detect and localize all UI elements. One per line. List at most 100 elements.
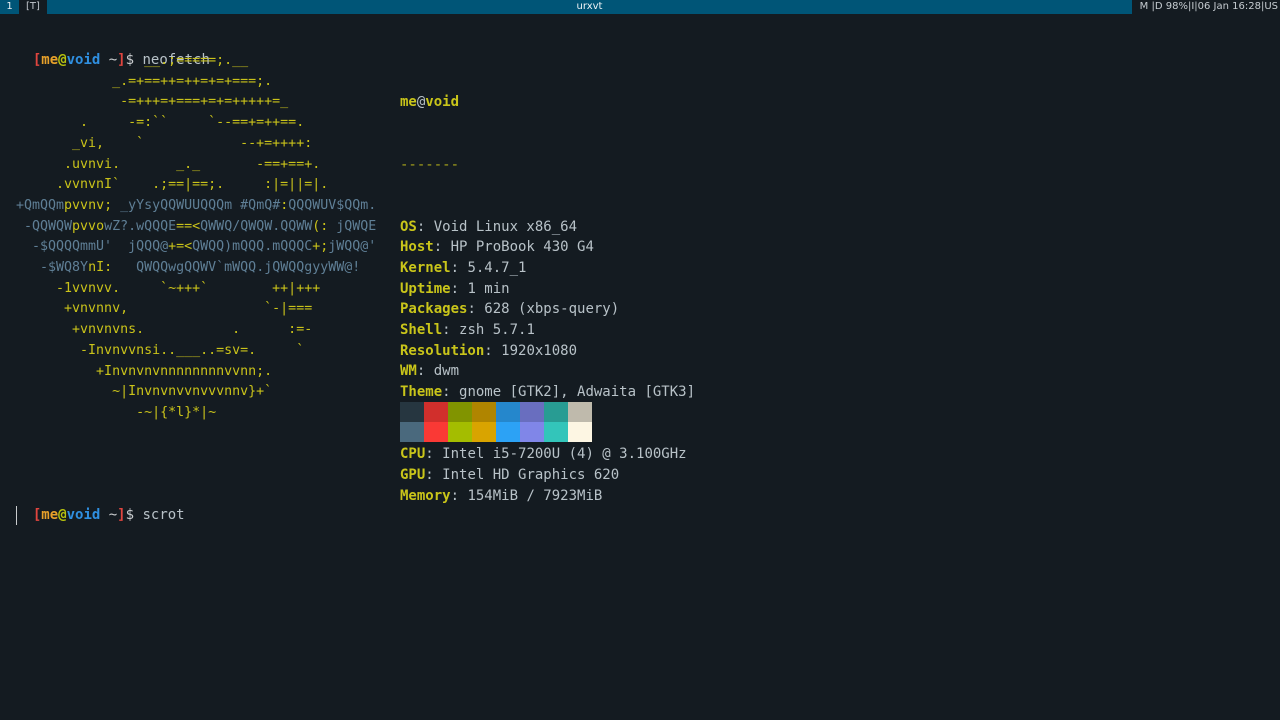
ascii-line: .uvnvi. _._ -==+==+. (16, 157, 320, 172)
prompt-sign: $ (125, 507, 143, 523)
ascii-line: +QmQQmpvvnv; _yYsyQQWUUQQQm #QmQ#:QQQWUV… (16, 198, 376, 213)
ascii-line: -=+++=+===+=+=+++++=_ (16, 94, 288, 109)
ascii-segment: _.=+==++=++=+=+===;. (16, 73, 273, 89)
ascii-line: .vvnvnI` .;==|==;. :|=||=|. (16, 177, 328, 192)
window-title: urxvt (47, 0, 1132, 14)
info-colon: : (467, 301, 485, 318)
info-value: 154MiB / 7923MiB (467, 487, 603, 504)
ascii-segment: -Invnvvnsi..___..=sv=. ` (16, 342, 305, 358)
ascii-segment: -1vvnvv. `~+++` ++|+++ (16, 280, 321, 296)
prompt-line: [me@void ~]$ scrot (16, 485, 185, 523)
layout-indicator[interactable]: [T] (19, 0, 47, 14)
info-key: GPU (400, 466, 426, 483)
prompt-close-bracket: ] (117, 507, 126, 523)
ascii-segment: +vnvnnv, `-|=== (16, 301, 313, 317)
ascii-segment: +Invnvnvnnnnnnnnvvnn;. (16, 363, 273, 379)
info-key: Packages (400, 301, 468, 318)
ascii-segment: __.;=====;.__ (16, 53, 249, 68)
ascii-segment: +; (312, 239, 329, 255)
info-row: Uptime: 1 min (400, 279, 695, 300)
color-swatch-normal-1 (424, 402, 448, 422)
system-info: me@void ------- OS: Void Linux x86_64 Hos… (400, 51, 695, 527)
prompt-line: [me@void ~]$ neofetch (16, 30, 210, 68)
info-key: CPU (400, 446, 426, 463)
color-swatch-normal-6 (544, 402, 568, 422)
ascii-line: _vi, ` --+=++++: (16, 136, 312, 151)
info-key: Host (400, 239, 434, 256)
status-text: M |D 98%|I|06 Jan 16:28|US (1139, 1, 1278, 12)
ascii-segment: +=< (168, 239, 193, 255)
info-value: 5.4.7_1 (467, 259, 527, 276)
info-key: Shell (400, 322, 443, 339)
ascii-segment: pvvnv; (64, 197, 113, 213)
ascii-segment: QWWQ/QWQW.QQWW (200, 218, 313, 234)
ascii-segment: (: (312, 218, 329, 234)
ascii-segment: .uvnvi. _._ -==+==+. (16, 156, 321, 172)
ascii-line: . -=:`` `--==+=++==. (16, 115, 304, 130)
info-row: Memory: 154MiB / 7923MiB (400, 486, 695, 507)
info-colon: : (484, 342, 502, 359)
prompt-user: me (41, 507, 59, 523)
color-swatch-bright-5 (520, 422, 544, 442)
color-swatch-normal-0 (400, 402, 424, 422)
ascii-line: -$WQ8YnI: QWQQwgQQWV`mWQQ.jQWQQgyyWW@! (16, 260, 360, 275)
ascii-line: -QQWQWpvvowZ?.wQQQE==<QWWQ/QWQW.QQWW(: j… (16, 219, 376, 234)
info-colon: : (433, 239, 451, 256)
ascii-line: -Invnvvnsi..___..=sv=. ` (16, 343, 304, 358)
color-swatch-bright-2 (448, 422, 472, 442)
ascii-segment: _yYsyQQWUUQQQm #QmQ# (112, 197, 281, 213)
color-swatch-bright-1 (424, 422, 448, 442)
ascii-line: -1vvnvv. `~+++` ++|+++ (16, 281, 320, 296)
color-swatch-bright-0 (400, 422, 424, 442)
info-row: Packages: 628 (xbps-query) (400, 299, 695, 320)
info-value: dwm (433, 363, 460, 380)
info-value: zsh 5.7.1 (459, 322, 535, 339)
ascii-segment: . -=:`` `--==+=++==. (16, 115, 305, 131)
info-key: Kernel (400, 259, 451, 276)
info-title-user: me (400, 94, 417, 111)
info-colon: : (416, 218, 434, 235)
info-value: Intel HD Graphics 620 (442, 466, 620, 483)
ascii-segment: pvvo (72, 218, 105, 234)
info-row: OS: Void Linux x86_64 (400, 217, 695, 238)
info-title: me@void (400, 92, 695, 113)
ascii-segment: ~|Invnvnvvnvvvnnv}+` (16, 384, 273, 400)
info-colon: : (450, 259, 468, 276)
ascii-line: _.=+==++=++=+=+===;. (16, 74, 272, 89)
info-value: gnome [GTK2], Adwaita [GTK3] (459, 384, 696, 401)
color-swatch-normal-2 (448, 402, 472, 422)
color-swatch-bright-7 (568, 422, 592, 442)
text-cursor[interactable] (16, 506, 17, 525)
ascii-line: +vnvnnv, `-|=== (16, 301, 312, 316)
info-colon: : (416, 363, 434, 380)
color-palette (400, 402, 592, 442)
info-key: WM (400, 363, 417, 380)
ascii-segment: nI: (88, 260, 113, 276)
status-bar: 1 [T] urxvt M |D 98%|I|06 Jan 16:28|US (0, 0, 1280, 14)
info-key: OS (400, 218, 417, 235)
info-value: Void Linux x86_64 (433, 218, 578, 235)
info-key: Resolution (400, 342, 485, 359)
info-key: Memory (400, 487, 451, 504)
tag-1[interactable]: 1 (0, 0, 19, 14)
ascii-line: -~|{*l}*|~ (16, 405, 216, 420)
prompt-dir: ~ (100, 507, 118, 523)
ascii-line: __.;=====;.__ (16, 53, 248, 68)
command-text: scrot (142, 507, 185, 523)
info-colon: : (425, 466, 443, 483)
ascii-line: +Invnvnvnnnnnnnnvvnn;. (16, 364, 272, 379)
ascii-segment: ==< (176, 218, 201, 234)
prompt-at: @ (58, 507, 67, 523)
color-swatch-normal-7 (568, 402, 592, 422)
ascii-segment: -QQWQW (16, 218, 73, 234)
ascii-segment: wZ?.wQQQE (104, 218, 177, 234)
info-row: Kernel: 5.4.7_1 (400, 258, 695, 279)
color-swatch-bright-6 (544, 422, 568, 442)
info-row: Resolution: 1920x1080 (400, 341, 695, 362)
prompt-host: void (66, 507, 101, 523)
info-colon: : (442, 384, 460, 401)
info-row: CPU: Intel i5-7200U (4) @ 3.100GHz (400, 444, 695, 465)
ascii-segment: .vvnvnI` .;==|==;. :|=||=|. (16, 177, 329, 193)
info-value: Intel i5-7200U (4) @ 3.100GHz (442, 446, 687, 463)
color-swatch-bright-4 (496, 422, 520, 442)
